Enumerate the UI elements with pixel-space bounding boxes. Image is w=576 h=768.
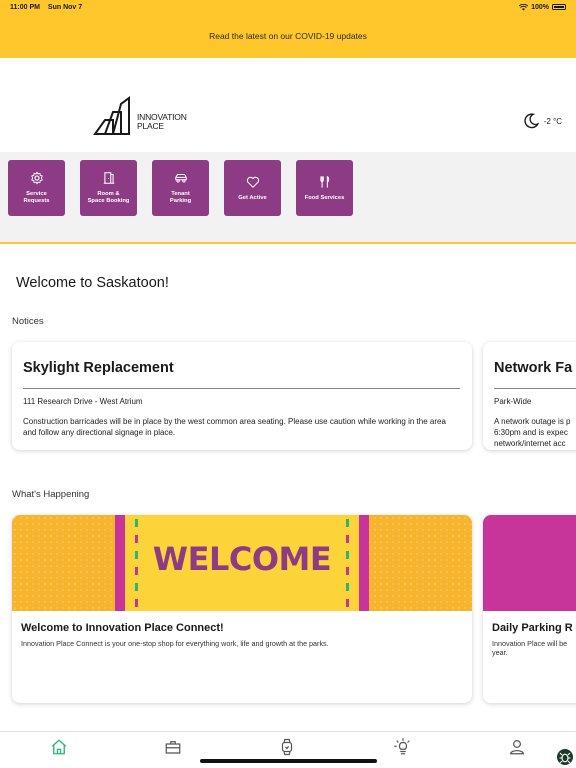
notice-location: 111 Research Drive - West Atrium bbox=[23, 397, 143, 406]
notice-card[interactable]: Skylight Replacement 111 Research Drive … bbox=[12, 342, 472, 450]
tab-profile[interactable] bbox=[508, 738, 526, 756]
event-title: Daily Parking R bbox=[492, 622, 573, 634]
tile-label: Get Active bbox=[238, 194, 267, 201]
event-card[interactable]: Daily Parking R Innovation Place will be… bbox=[483, 515, 576, 703]
wifi-icon bbox=[519, 3, 529, 10]
briefcase-icon bbox=[165, 741, 181, 754]
car-icon bbox=[174, 174, 187, 183]
food-services-button[interactable]: Food Services bbox=[296, 160, 353, 216]
utensils-icon bbox=[319, 175, 329, 188]
logo-mark-icon bbox=[93, 96, 130, 135]
tile-label: Tenant Parking bbox=[169, 191, 192, 204]
status-date: Sun Nov 7 bbox=[47, 3, 83, 11]
watch-icon bbox=[281, 738, 293, 756]
notices-heading: Notices bbox=[12, 316, 44, 327]
door-icon bbox=[103, 172, 114, 184]
home-icon bbox=[51, 739, 67, 755]
notice-location: Park-Wide bbox=[494, 397, 532, 406]
bug-icon bbox=[559, 752, 571, 764]
event-body: Innovation Place Connect is your one-sto… bbox=[21, 639, 329, 648]
notice-divider bbox=[494, 388, 576, 389]
tab-growth[interactable] bbox=[394, 738, 412, 756]
status-time: 11:00 PM bbox=[10, 3, 40, 11]
get-active-button[interactable]: Get Active bbox=[224, 160, 281, 216]
service-requests-button[interactable]: Service Requests bbox=[8, 160, 65, 216]
event-card[interactable]: WELCOME Welcome to Innovation Place Conn… bbox=[12, 515, 472, 703]
event-image: WELCOME bbox=[12, 515, 472, 611]
tab-home[interactable] bbox=[50, 738, 68, 756]
feedback-button[interactable] bbox=[557, 749, 573, 765]
notice-body: Construction barricades will be in place… bbox=[23, 417, 446, 437]
heart-icon bbox=[246, 176, 259, 188]
event-image-text: WELCOME bbox=[152, 540, 332, 578]
tile-label: Food Services bbox=[304, 194, 345, 201]
header: INNOVATION PLACE -2 °C bbox=[0, 58, 576, 152]
event-body: Innovation Place will be year. bbox=[492, 639, 568, 657]
tile-label: Service Requests bbox=[23, 191, 50, 204]
weather-widget: -2 °C bbox=[522, 112, 562, 130]
gear-icon bbox=[30, 171, 43, 185]
tab-life[interactable] bbox=[278, 738, 296, 756]
user-icon bbox=[509, 740, 525, 755]
notice-divider bbox=[23, 388, 460, 389]
tile-label: Room & Space Booking bbox=[87, 191, 130, 204]
quick-links: Service Requests Room & Space Booking Te… bbox=[0, 152, 576, 242]
notice-card[interactable]: Network Fa Park-Wide A network outage is… bbox=[483, 342, 576, 450]
notice-title: Skylight Replacement bbox=[23, 360, 174, 376]
logo-text-line2: PLACE bbox=[137, 121, 164, 131]
home-indicator bbox=[200, 759, 377, 763]
covid-banner[interactable]: Read the latest on our COVID-19 updates bbox=[0, 14, 576, 58]
welcome-heading: Welcome to Saskatoon! bbox=[16, 275, 169, 291]
whats-happening-heading: What's Happening bbox=[12, 489, 90, 500]
tenant-parking-button[interactable]: Tenant Parking bbox=[152, 160, 209, 216]
moon-icon bbox=[524, 113, 539, 129]
battery-icon bbox=[552, 4, 566, 10]
temperature: -2 °C bbox=[543, 116, 562, 126]
notice-title: Network Fa bbox=[494, 360, 573, 376]
notice-body: A network outage is p 6:30pm and is expe… bbox=[494, 417, 571, 448]
tab-work[interactable] bbox=[164, 738, 182, 756]
lightbulb-icon bbox=[394, 738, 410, 755]
room-booking-button[interactable]: Room & Space Booking bbox=[80, 160, 137, 216]
battery-percent: 100% bbox=[531, 3, 549, 11]
event-image bbox=[483, 515, 576, 611]
event-title: Welcome to Innovation Place Connect! bbox=[21, 622, 224, 634]
status-bar: 11:00 PM Sun Nov 7 100% bbox=[0, 0, 576, 14]
covid-banner-text: Read the latest on our COVID-19 updates bbox=[209, 31, 367, 41]
innovation-place-logo: INNOVATION PLACE bbox=[93, 96, 203, 138]
divider bbox=[0, 242, 576, 244]
